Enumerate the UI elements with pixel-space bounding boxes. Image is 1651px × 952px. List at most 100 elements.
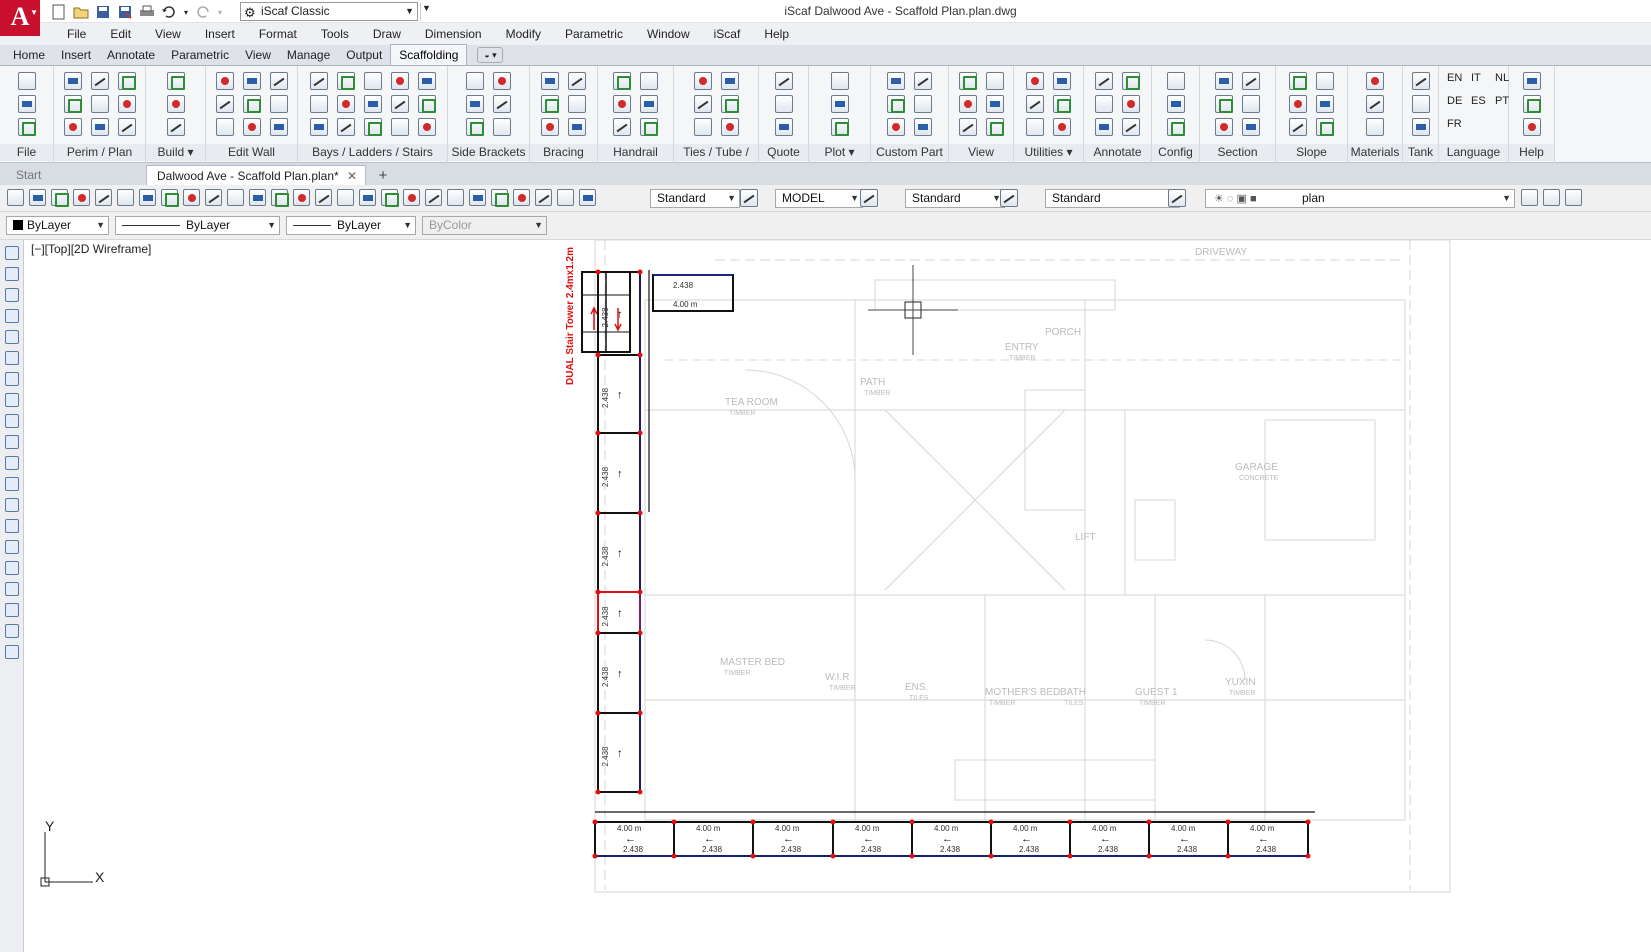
tool-icon[interactable] xyxy=(1411,72,1430,90)
text-style-select[interactable]: Standard ▼ xyxy=(650,189,740,208)
properties-icon[interactable] xyxy=(425,189,442,206)
standard-node[interactable] xyxy=(830,819,836,825)
tool-icon[interactable] xyxy=(1242,95,1260,113)
new-tab-button[interactable]: + xyxy=(370,167,396,185)
layer-isolate-icon[interactable] xyxy=(1565,189,1582,206)
tool-icon[interactable] xyxy=(1095,72,1113,90)
menu-view[interactable]: View xyxy=(143,23,193,45)
sheet-set-icon[interactable] xyxy=(491,189,509,207)
tool-icon[interactable] xyxy=(830,95,849,113)
hatch-icon[interactable] xyxy=(5,540,19,554)
markup-icon[interactable] xyxy=(513,189,530,206)
standard-node[interactable] xyxy=(1067,819,1073,825)
tool-icon[interactable] xyxy=(640,95,658,113)
menu-iscaf[interactable]: iScaf xyxy=(702,23,753,45)
tool-icon[interactable] xyxy=(887,118,905,136)
tool-icon[interactable] xyxy=(166,95,185,113)
tool-icon[interactable] xyxy=(390,72,409,90)
tool-icon[interactable] xyxy=(693,95,712,113)
circle-icon[interactable] xyxy=(5,372,19,386)
open-folder-icon[interactable] xyxy=(72,3,90,21)
standard-node[interactable] xyxy=(1225,853,1231,859)
plot-preview-icon[interactable] xyxy=(95,189,112,206)
tool-icon[interactable] xyxy=(985,95,1004,113)
paste-icon[interactable] xyxy=(227,189,244,206)
workspace-select[interactable]: ⚙ iScaf Classic ▼ xyxy=(240,2,418,21)
standard-node[interactable] xyxy=(1225,819,1231,825)
tab-view[interactable]: View xyxy=(237,45,279,65)
scaffold-bay-vertical[interactable]: 2.438 ↑ xyxy=(597,271,641,356)
tool-icon[interactable] xyxy=(985,72,1004,90)
tool-icon[interactable] xyxy=(309,118,328,136)
point-icon[interactable] xyxy=(5,519,19,533)
design-center-icon[interactable] xyxy=(447,189,464,206)
standard-node[interactable] xyxy=(1146,819,1152,825)
tool-icon[interactable] xyxy=(1522,118,1541,136)
save-icon[interactable] xyxy=(94,3,112,21)
layer-select[interactable]: ☀ ◌ ▣ ■ plan ▼ xyxy=(1205,189,1515,208)
language-en-button[interactable]: EN xyxy=(1447,72,1471,95)
scaffold-bay-horizontal[interactable]: 2.438 4.00 m← xyxy=(911,821,992,857)
tool-icon[interactable] xyxy=(720,72,739,90)
tool-icon[interactable] xyxy=(417,118,436,136)
tool-icon[interactable] xyxy=(1316,72,1334,90)
standard-node[interactable] xyxy=(592,853,598,859)
tool-icon[interactable] xyxy=(242,95,261,113)
standard-node[interactable] xyxy=(637,630,643,636)
tool-icon[interactable] xyxy=(215,95,234,113)
save-as-icon[interactable] xyxy=(116,3,134,21)
customize-toolbar-button[interactable]: ▼ xyxy=(420,3,432,21)
tool-icon[interactable] xyxy=(336,95,355,113)
standard-node[interactable] xyxy=(595,430,601,436)
tool-icon[interactable] xyxy=(613,95,631,113)
add-selected-icon[interactable] xyxy=(5,645,19,659)
arc-icon[interactable] xyxy=(5,351,19,365)
tool-icon[interactable] xyxy=(242,118,261,136)
tool-icon[interactable] xyxy=(1122,95,1140,113)
ribbon-options-button[interactable]: ◒ ▾ xyxy=(477,47,504,63)
menu-format[interactable]: Format xyxy=(247,23,309,45)
standard-node[interactable] xyxy=(750,819,756,825)
tool-icon[interactable] xyxy=(568,118,586,136)
block-editor-icon[interactable] xyxy=(271,189,289,207)
tool-icon[interactable] xyxy=(774,118,793,136)
tool-icon[interactable] xyxy=(1122,118,1140,136)
tool-icon[interactable] xyxy=(17,118,36,136)
tool-icon[interactable] xyxy=(887,72,905,90)
tool-icon[interactable] xyxy=(466,72,484,90)
scaffold-bay-horizontal[interactable]: 2.438 4.00 m← xyxy=(752,821,834,857)
3d-print-icon[interactable] xyxy=(139,189,156,206)
standard-node[interactable] xyxy=(988,819,994,825)
tool-icon[interactable] xyxy=(309,95,328,113)
batch-plot-icon[interactable] xyxy=(161,189,179,207)
dim-style-icon[interactable] xyxy=(740,189,758,207)
menu-help[interactable]: Help xyxy=(752,23,801,45)
undo-dropdown-icon[interactable]: ▾ xyxy=(182,3,190,21)
panel-title[interactable]: Plot ▾ xyxy=(809,144,870,161)
zoom-previous-icon[interactable] xyxy=(403,189,420,206)
tool-icon[interactable] xyxy=(1215,95,1233,113)
tool-icon[interactable] xyxy=(774,95,793,113)
tool-icon[interactable] xyxy=(90,95,109,113)
tool-icon[interactable] xyxy=(336,72,355,90)
tool-icon[interactable] xyxy=(1289,95,1307,113)
ellipse-icon[interactable] xyxy=(5,435,19,449)
redo-icon[interactable] xyxy=(194,3,212,21)
tool-icon[interactable] xyxy=(1026,95,1044,113)
tool-icon[interactable] xyxy=(493,95,511,113)
scaffold-bay-horizontal[interactable]: 2.438 4.00 m← xyxy=(1069,821,1150,857)
scaffold-bay-horizontal[interactable]: 2.438 4.00 m← xyxy=(594,821,675,857)
standard-node[interactable] xyxy=(909,819,915,825)
polygon-icon[interactable] xyxy=(5,309,19,323)
tool-icon[interactable] xyxy=(985,118,1004,136)
tool-icon[interactable] xyxy=(1166,72,1185,90)
tool-icon[interactable] xyxy=(693,118,712,136)
tool-icon[interactable] xyxy=(417,95,436,113)
tool-icon[interactable] xyxy=(493,118,511,136)
tool-icon[interactable] xyxy=(117,118,136,136)
tool-icon[interactable] xyxy=(309,72,328,90)
tool-icon[interactable] xyxy=(640,72,658,90)
scaffold-bay-vertical[interactable]: 2.438 ↑ xyxy=(597,632,641,714)
tool-icon[interactable] xyxy=(958,72,977,90)
table-style-select[interactable]: Standard▼ xyxy=(1045,189,1180,208)
